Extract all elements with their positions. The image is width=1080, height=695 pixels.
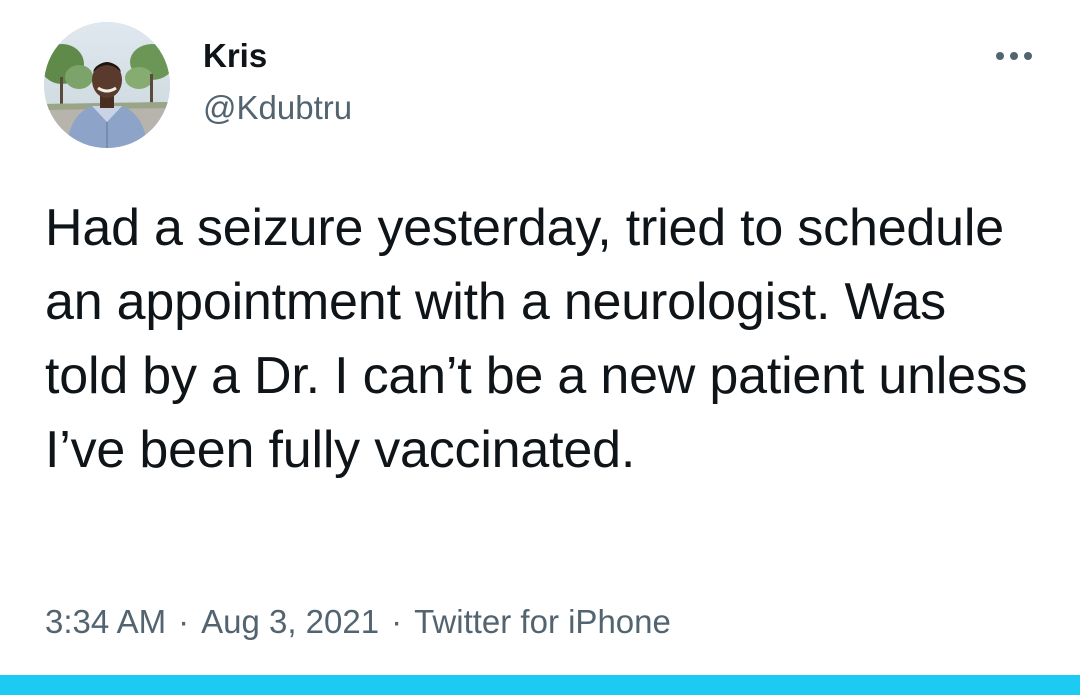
- display-name[interactable]: Kris: [203, 36, 267, 76]
- tweet-date[interactable]: Aug 3, 2021: [201, 603, 379, 640]
- more-horizontal-icon: [996, 52, 1032, 60]
- more-options-button[interactable]: [984, 36, 1044, 76]
- tweet-text: Had a seizure yesterday, tried to schedu…: [45, 199, 1028, 479]
- tweet-metadata: 3:34 AM · Aug 3, 2021 · Twitter for iPhone: [45, 600, 671, 644]
- avatar[interactable]: [44, 22, 170, 148]
- meta-separator: ·: [391, 603, 403, 640]
- bottom-accent-bar: [0, 675, 1080, 695]
- profile-photo: [44, 22, 170, 148]
- meta-separator: ·: [178, 603, 190, 640]
- tweet-time[interactable]: 3:34 AM: [45, 603, 166, 640]
- tweet-source[interactable]: Twitter for iPhone: [414, 603, 671, 640]
- user-handle[interactable]: @Kdubtru: [203, 88, 352, 128]
